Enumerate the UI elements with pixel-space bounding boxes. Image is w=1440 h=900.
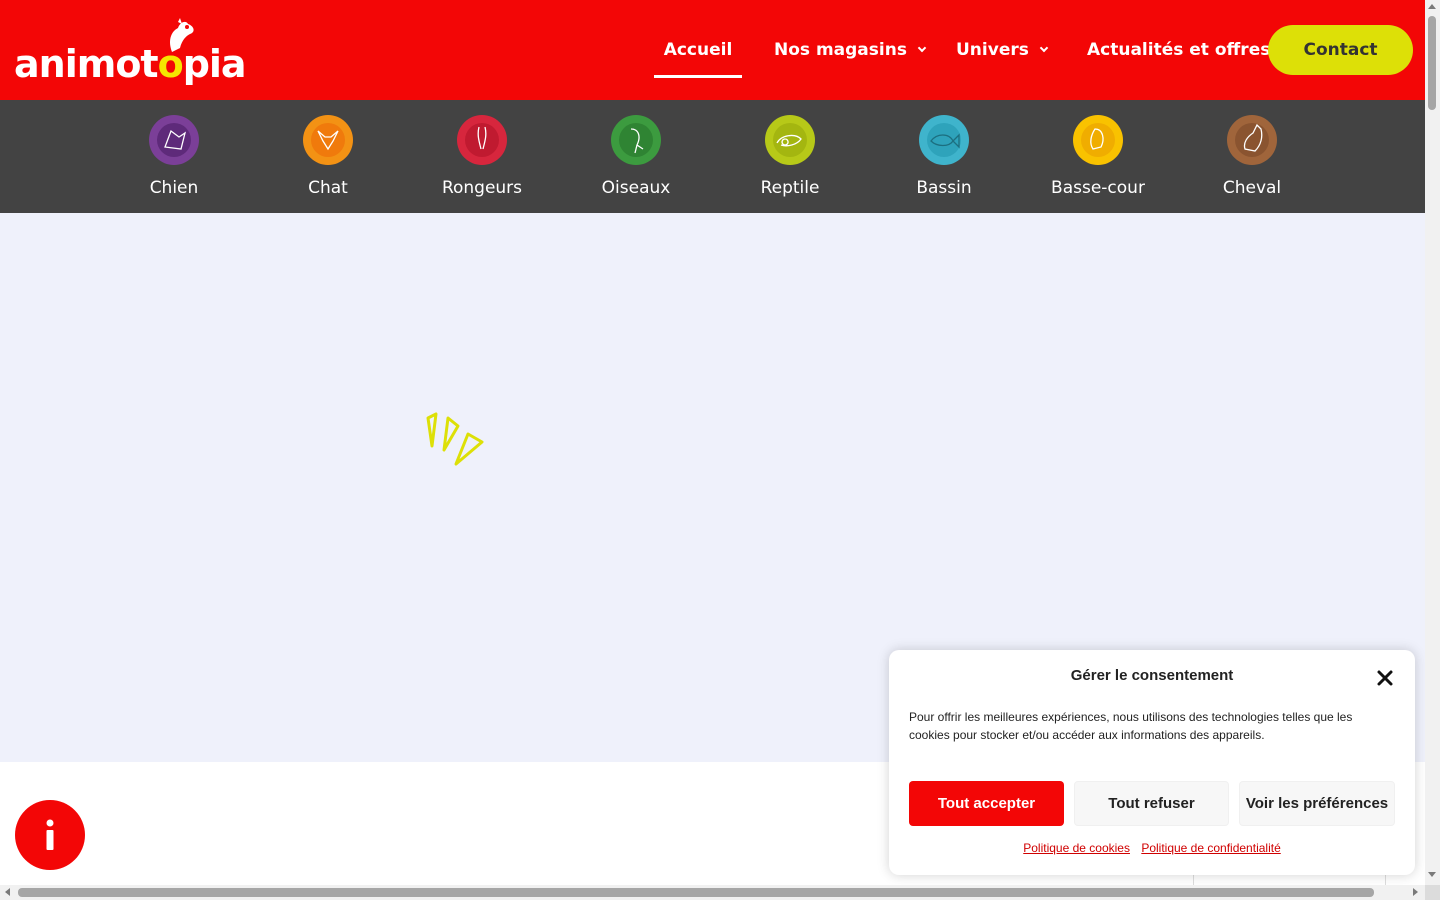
scroll-right-arrow-icon[interactable] <box>1413 888 1418 896</box>
scroll-down-arrow-icon[interactable] <box>1428 872 1436 877</box>
horizontal-scroll-thumb[interactable] <box>18 888 1374 897</box>
site-logo[interactable]: animotopia <box>12 18 247 86</box>
category-label: Basse-cour <box>1051 178 1145 198</box>
chevron-down-icon <box>1039 43 1049 53</box>
category-bassin[interactable]: Bassin <box>879 115 1009 199</box>
info-icon <box>46 819 54 850</box>
bird-icon <box>611 115 661 165</box>
logo-text-end: pia <box>182 42 247 86</box>
vertical-scrollbar[interactable] <box>1425 0 1440 885</box>
category-cheval[interactable]: Cheval <box>1187 115 1317 199</box>
nav-actualites-label: Actualités et offres <box>1087 40 1271 60</box>
category-label: Rongeurs <box>441 178 523 198</box>
nav-active-underline <box>654 75 742 78</box>
rabbit-icon <box>457 115 507 165</box>
loading-spinner-icon <box>426 412 484 466</box>
horse-icon <box>1227 115 1277 165</box>
category-oiseaux[interactable]: Oiseaux <box>571 115 701 199</box>
scroll-up-arrow-icon[interactable] <box>1428 4 1436 9</box>
cat-icon <box>303 115 353 165</box>
close-icon[interactable] <box>1376 669 1394 687</box>
category-basse-cour[interactable]: Basse-cour <box>1033 115 1163 199</box>
site-header: animotopia Accueil Nos magasins Univers … <box>0 0 1425 100</box>
view-preferences-button[interactable]: Voir les préférences <box>1239 781 1395 826</box>
category-chien[interactable]: Chien <box>109 115 239 199</box>
category-label: Reptile <box>760 178 820 198</box>
nav-nos-magasins[interactable]: Nos magasins <box>774 25 927 75</box>
chameleon-icon <box>765 115 815 165</box>
chevron-down-icon <box>917 43 927 53</box>
scroll-left-arrow-icon[interactable] <box>5 888 10 896</box>
nav-accueil[interactable]: Accueil <box>654 25 742 75</box>
hen-icon <box>1073 115 1123 165</box>
category-chat[interactable]: Chat <box>263 115 393 199</box>
category-label: Cheval <box>1222 178 1282 198</box>
fish-icon <box>919 115 969 165</box>
logo-text-main: animot <box>14 42 159 86</box>
category-label: Oiseaux <box>601 178 671 198</box>
modal-description: Pour offrir les meilleures expériences, … <box>909 710 1353 742</box>
accept-all-button[interactable]: Tout accepter <box>909 781 1064 826</box>
refuse-all-button[interactable]: Tout refuser <box>1074 781 1229 826</box>
cookie-consent-modal: Gérer le consentement Pour offrir les me… <box>889 650 1415 875</box>
nav-actualites-offres[interactable]: Actualités et offres <box>1087 25 1270 75</box>
category-rongeurs[interactable]: Rongeurs <box>417 115 547 199</box>
vertical-scroll-thumb[interactable] <box>1428 16 1436 110</box>
nav-univers[interactable]: Univers <box>956 25 1049 75</box>
scrollbar-corner <box>1425 885 1440 900</box>
logo-text-o: o <box>157 42 184 86</box>
nav-accueil-label: Accueil <box>663 40 733 60</box>
contact-button[interactable]: Contact <box>1268 25 1413 75</box>
category-label: Chien <box>149 178 199 198</box>
category-bar: Chien Chat Rongeurs Oiseaux Reptile Bass… <box>0 100 1425 213</box>
modal-title: Gérer le consentement <box>1070 667 1234 684</box>
dog-icon <box>149 115 199 165</box>
category-label: Chat <box>308 178 348 198</box>
category-label: Bassin <box>916 178 972 198</box>
nav-univers-label: Univers <box>956 40 1029 60</box>
category-reptile[interactable]: Reptile <box>725 115 855 199</box>
policy-links: Politique de cookies Politique de confid… <box>889 841 1415 855</box>
cookie-policy-link[interactable]: Politique de cookies <box>1023 841 1130 855</box>
info-button[interactable] <box>15 800 85 870</box>
privacy-policy-link[interactable]: Politique de confidentialité <box>1141 841 1280 855</box>
nav-nos-magasins-label: Nos magasins <box>774 40 907 60</box>
